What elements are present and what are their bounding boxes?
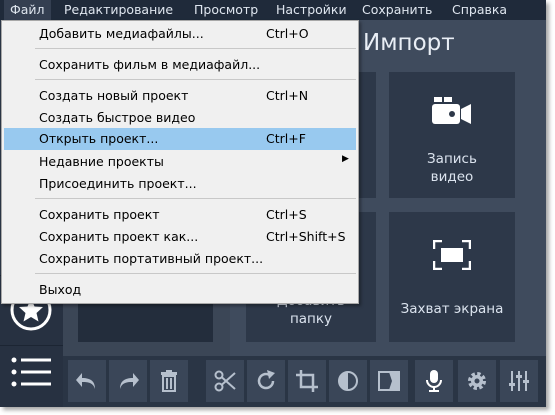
menu-item-save-movie[interactable]: Сохранить фильм в медиафайл... [4,54,356,74]
menu-item-save-portable[interactable]: Сохранить портативный проект... [4,248,356,268]
menu-item-label: Сохранить проект как... [39,229,199,244]
redo-icon [120,373,139,389]
import-title: Импорт [363,30,455,56]
menu-item-label: Открыть проект... [39,131,159,146]
menu-item-quick-video[interactable]: Создать быстрое видео [4,107,356,127]
delete-button[interactable] [150,360,188,402]
menu-item-label: Присоединить проект... [39,176,197,191]
color-adjust-button[interactable] [329,360,367,402]
file-menu-dropdown: Добавить медиафайлы... Ctrl+O Сохранить … [1,20,359,304]
menu-item-label: Сохранить фильм в медиафайл... [39,57,261,72]
menu-item-label: Создать быстрое видео [39,110,196,125]
menu-item-append-project[interactable]: Присоединить проект... [4,173,356,193]
menu-view[interactable]: Просмотр [188,0,264,20]
gear-icon [468,372,486,390]
screen-capture-tile[interactable]: Захват экрана [389,212,515,342]
menu-item-label: Сохранить портативный проект... [39,251,264,266]
menu-item-shortcut: Ctrl+O [266,26,309,41]
menu-item-add-media[interactable]: Добавить медиафайлы... Ctrl+O [4,23,356,43]
menu-item-save-project-as[interactable]: Сохранить проект как... Ctrl+Shift+S [4,226,356,246]
record-video-tile[interactable]: Запись видео [389,72,515,198]
menu-item-open-project[interactable]: Открыть проект... Ctrl+F [4,128,356,150]
record-audio-button[interactable] [415,360,453,402]
equalizer-icon [509,371,529,391]
undo-button[interactable] [68,360,106,402]
menu-item-recent-projects[interactable]: Недавние проекты ▶ [4,151,356,171]
cut-button[interactable] [206,360,244,402]
menu-item-label: Выход [39,282,82,297]
undo-icon [76,373,95,389]
menu-item-label: Недавние проекты [39,154,164,169]
crop-icon [296,370,318,392]
equalizer-button[interactable] [500,360,538,402]
crop-button[interactable] [288,360,326,402]
menu-item-shortcut: Ctrl+Shift+S [266,229,346,244]
menu-item-label: Добавить медиафайлы... [39,26,204,41]
menubar: Файл Редактирование Просмотр Настройки С… [0,0,546,20]
menu-separator [35,48,356,49]
menu-help[interactable]: Справка [446,0,513,20]
screen-capture-label: Захват экрана [400,301,504,317]
redo-button[interactable] [109,360,147,402]
transition-icon [378,371,400,391]
video-camera-icon [432,97,471,124]
record-video-label: Запись видео [427,151,477,185]
rotate-button[interactable] [247,360,285,402]
sidebar-list-button[interactable] [0,345,63,407]
menu-item-exit[interactable]: Выход [4,279,356,299]
microphone-icon [426,370,442,392]
menu-edit[interactable]: Редактирование [58,0,179,20]
trash-icon [161,370,177,392]
menu-item-new-project[interactable]: Создать новый проект Ctrl+N [4,85,356,105]
menu-separator [35,198,356,199]
menu-item-shortcut: Ctrl+F [266,131,306,146]
menu-save[interactable]: Сохранить [356,0,438,20]
menu-settings[interactable]: Настройки [270,0,353,20]
menu-item-save-project[interactable]: Сохранить проект Ctrl+S [4,204,356,224]
contrast-icon [338,371,358,391]
screen-capture-icon [433,240,471,270]
app-window: Файл Редактирование Просмотр Настройки С… [0,0,546,407]
menu-separator [35,273,356,274]
menu-item-label: Сохранить проект [39,207,160,222]
list-icon [11,357,51,387]
submenu-arrow-icon: ▶ [342,154,349,164]
menu-item-shortcut: Ctrl+N [266,88,309,103]
settings-button[interactable] [458,360,496,402]
scissors-icon [214,370,236,392]
rotate-icon [257,370,275,390]
menu-separator [35,79,356,80]
menu-item-label: Создать новый проект [39,88,189,103]
menu-item-shortcut: Ctrl+S [266,207,307,222]
transition-button[interactable] [370,360,408,402]
menu-file[interactable]: Файл [4,0,51,20]
